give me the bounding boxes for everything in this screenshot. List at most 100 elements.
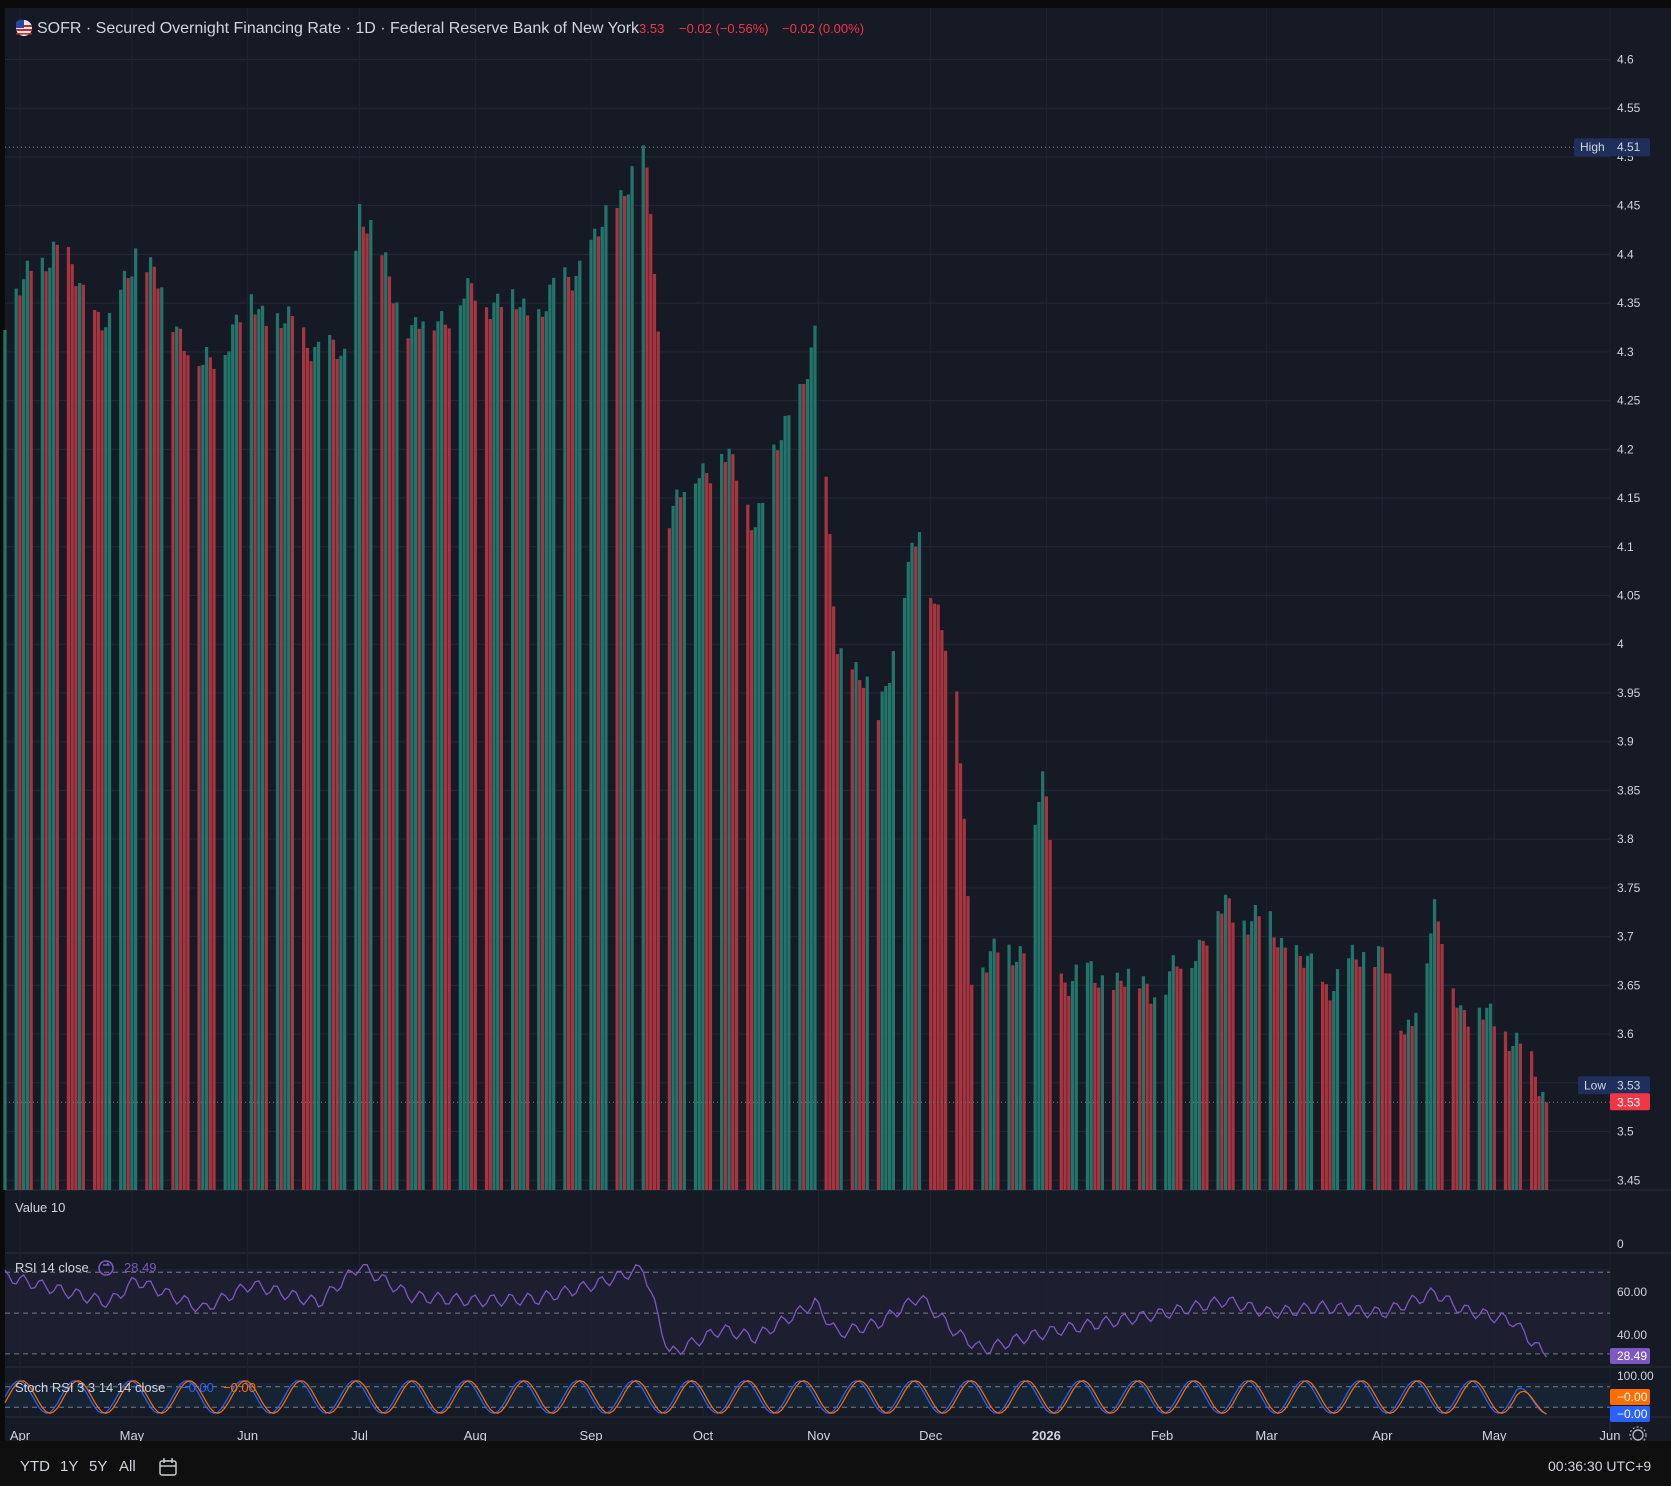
price-bar: [361, 226, 365, 1190]
price-bar: [1115, 972, 1119, 1190]
price-bar: [626, 194, 630, 1191]
price-axis-label: 4.1: [1617, 540, 1634, 554]
price-bar: [309, 361, 313, 1190]
range-1y-button[interactable]: 1Y: [60, 1458, 78, 1475]
price-bar: [40, 257, 44, 1190]
price-change-2: −0.02 (0.00%): [782, 21, 864, 36]
time-axis-label: May: [1482, 1428, 1507, 1443]
price-bar: [1097, 987, 1101, 1190]
price-bar: [1220, 913, 1224, 1190]
price-bar: [212, 368, 216, 1190]
price-bar: [1485, 1007, 1489, 1190]
rsi-label[interactable]: RSI 14 close: [15, 1260, 89, 1275]
price-bar: [858, 680, 862, 1190]
time-axis-label: Dec: [919, 1428, 943, 1443]
stoch-d-value: −0.00: [223, 1380, 256, 1395]
time-axis-label: Apr: [10, 1428, 31, 1443]
price-bar: [884, 686, 888, 1190]
clock[interactable]: 00:36:30 UTC+9: [1548, 1458, 1651, 1474]
price-bar: [107, 313, 112, 1190]
price-bar: [484, 307, 489, 1190]
price-axis-label: 3.6: [1617, 1027, 1634, 1041]
price-bar: [1544, 1102, 1549, 1190]
price-bar: [511, 289, 515, 1190]
price-bar: [1059, 973, 1063, 1190]
price-bar: [548, 284, 552, 1190]
time-axis-label: Nov: [807, 1428, 831, 1443]
price-bar: [1145, 983, 1149, 1190]
price-bar: [1223, 894, 1228, 1190]
range-5y-button[interactable]: 5Y: [89, 1458, 107, 1475]
stoch-label[interactable]: Stoch RSI 3 3 14 14 close: [15, 1380, 165, 1395]
price-bar: [1119, 980, 1123, 1190]
price-axis-label: 4.55: [1617, 101, 1641, 115]
volume-label[interactable]: Value 10: [15, 1200, 65, 1215]
price-bar: [552, 277, 556, 1190]
price-bar: [223, 355, 227, 1190]
legend[interactable]: SOFR · Secured Overnight Financing Rate …: [16, 19, 864, 37]
price-bar: [14, 288, 18, 1190]
price-bar: [1250, 921, 1254, 1190]
price-bar: [1175, 966, 1179, 1190]
price-bar: [970, 984, 974, 1190]
price-bar: [518, 307, 522, 1190]
time-axis-label: Feb: [1151, 1428, 1173, 1443]
rsi-axis-40: 40.00: [1617, 1328, 1647, 1342]
price-bar: [70, 264, 74, 1190]
price-axis-label: 4: [1617, 637, 1624, 651]
price-bar: [656, 331, 660, 1190]
price-bar: [902, 597, 907, 1190]
high-badge: High 4.51: [1574, 138, 1650, 157]
price-bar: [335, 358, 339, 1190]
price-bar: [447, 328, 451, 1190]
price-bar: [861, 687, 866, 1190]
price-bar: [746, 504, 750, 1190]
rsi-value: 28.49: [124, 1260, 157, 1275]
price-axis-label: 3.95: [1617, 686, 1641, 700]
price-bar: [301, 327, 306, 1190]
time-axis[interactable]: Apr May Jun Jul Aug Sep Oct Nov Dec 2026 Feb Mar Apr…: [10, 1428, 1621, 1443]
price-bar: [891, 651, 895, 1190]
price-bar: [1149, 1003, 1153, 1190]
price-bar: [410, 325, 414, 1190]
price-bar: [888, 682, 892, 1190]
price-bar: [1302, 967, 1306, 1190]
price-bar: [1167, 971, 1172, 1190]
price-bar: [682, 492, 686, 1190]
price-bar: [1451, 988, 1455, 1190]
range-ytd-button[interactable]: YTD: [20, 1458, 50, 1475]
chart-title[interactable]: SOFR · Secured Overnight Financing Rate …: [37, 20, 640, 37]
price-bar: [1328, 1000, 1332, 1190]
price-bar: [1376, 946, 1381, 1190]
price-bar: [772, 444, 776, 1190]
price-bar: [1014, 961, 1019, 1190]
price-bar: [357, 203, 362, 1191]
time-axis-label: Jul: [351, 1428, 368, 1443]
price-bar: [675, 489, 679, 1190]
price-bar: [1041, 771, 1045, 1190]
price-bar: [992, 938, 996, 1190]
price-bar: [365, 233, 369, 1190]
price-bar: [175, 326, 179, 1190]
price-bar: [25, 260, 30, 1190]
price-bar: [645, 167, 649, 1190]
price-bar: [678, 497, 683, 1190]
price-bar: [1429, 933, 1433, 1190]
price-bar: [339, 355, 343, 1191]
price-bar: [813, 325, 817, 1190]
price-bar: [1085, 962, 1090, 1190]
price-bar: [492, 302, 496, 1190]
price-bar: [1279, 937, 1284, 1190]
price-bar: [1436, 921, 1440, 1190]
stoch-d-badge: −0.00: [1617, 1390, 1648, 1404]
price-bar: [1153, 997, 1157, 1190]
chart-canvas[interactable]: 4.64.554.54.454.44.354.34.254.24.154.14.…: [0, 0, 1671, 1486]
range-all-button[interactable]: All: [119, 1458, 136, 1475]
price-bar: [466, 278, 470, 1190]
price-bar: [1481, 1019, 1485, 1190]
price-bar: [600, 226, 604, 1190]
volume-axis-zero: 0: [1617, 1237, 1624, 1251]
price-bar: [231, 324, 235, 1191]
price-bar: [1362, 952, 1366, 1190]
price-bar: [1388, 973, 1392, 1190]
